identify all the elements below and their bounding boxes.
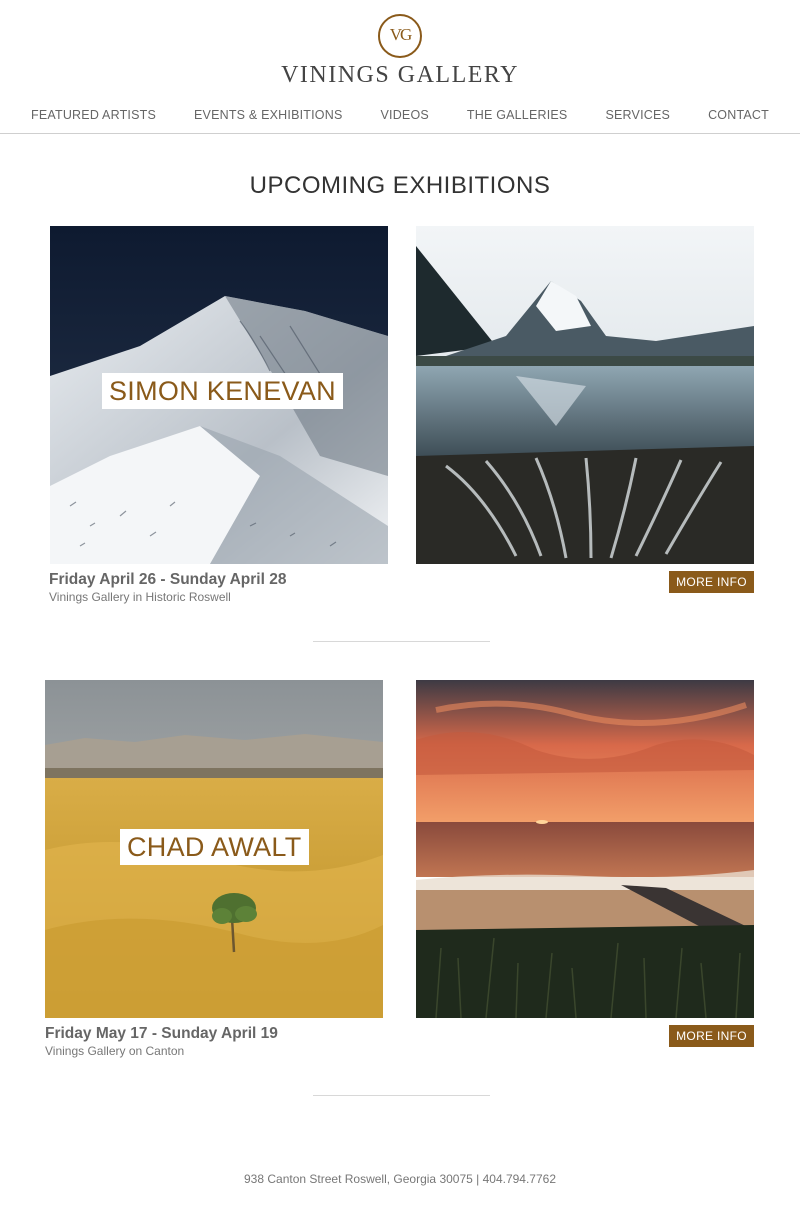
section-divider (313, 641, 490, 642)
exhibition-2-artist-label: CHAD AWALT (120, 829, 309, 865)
exhibition-2-venue: Vinings Gallery on Canton (45, 1044, 185, 1058)
nav-services[interactable]: SERVICES (605, 108, 670, 133)
exhibition-1-dates: Friday April 26 - Sunday April 28 (49, 571, 287, 588)
nav-the-galleries[interactable]: THE GALLERIES (467, 108, 568, 133)
exhibition-2-more-info-button[interactable]: MORE INFO (669, 1025, 754, 1047)
gallery-name: VININGS GALLERY (281, 62, 519, 88)
footer-address: 938 Canton Street Roswell, Georgia 30075… (244, 1172, 556, 1186)
exhibition-1-artwork-mountain[interactable]: SIMON KENEVAN (50, 226, 388, 564)
exhibition-1-more-info-button[interactable]: MORE INFO (669, 571, 754, 593)
ocean-sunset-image (416, 680, 754, 1018)
exhibition-1-artwork-lake[interactable] (416, 226, 754, 564)
section-divider (313, 1095, 490, 1096)
nav-featured-artists[interactable]: FEATURED ARTISTS (31, 108, 156, 133)
exhibition-2-artwork-sunset[interactable] (416, 680, 754, 1018)
monogram-text: VG (389, 25, 413, 44)
nav-videos[interactable]: VIDEOS (380, 108, 428, 133)
exhibition-1-venue: Vinings Gallery in Historic Roswell (49, 590, 231, 604)
vg-monogram-icon: VG (378, 14, 422, 58)
page-title: UPCOMING EXHIBITIONS (249, 172, 551, 199)
nav-events-exhibitions[interactable]: EVENTS & EXHIBITIONS (194, 108, 342, 133)
mountain-lake-image (416, 226, 754, 564)
gallery-logo[interactable]: VG VININGS GALLERY (0, 14, 800, 89)
exhibition-2-dates: Friday May 17 - Sunday April 19 (45, 1025, 278, 1042)
main-nav: FEATURED ARTISTS EVENTS & EXHIBITIONS VI… (0, 108, 800, 134)
exhibition-1-artist-label: SIMON KENEVAN (102, 373, 343, 409)
nav-contact[interactable]: CONTACT (708, 108, 769, 133)
exhibition-2-artwork-desert[interactable]: CHAD AWALT (45, 680, 383, 1018)
